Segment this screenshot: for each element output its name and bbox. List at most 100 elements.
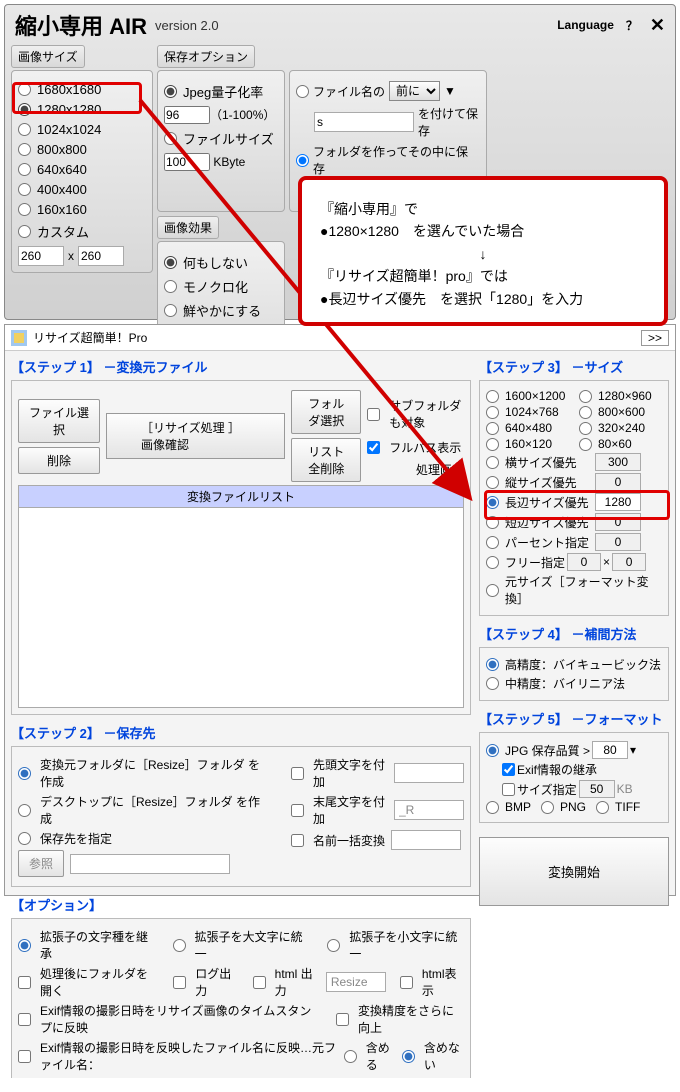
pro-sys-button[interactable]: >> (641, 330, 669, 346)
size-radio-5[interactable] (18, 183, 31, 196)
resize-confirm-label[interactable]: ［リサイズ処理 ］画像確認 (106, 413, 285, 459)
png-radio[interactable] (541, 801, 554, 814)
filelist-body[interactable] (18, 508, 464, 708)
html-show-check[interactable] (400, 976, 413, 989)
jpeg-radio[interactable] (164, 85, 177, 98)
filename-radio[interactable] (296, 85, 309, 98)
jpg-q-spin[interactable]: ▾ (630, 743, 636, 757)
filesize-radio[interactable] (164, 132, 177, 145)
html-out-check[interactable] (253, 976, 266, 989)
bicubic-radio[interactable] (486, 658, 499, 671)
suffix-check[interactable] (291, 804, 304, 817)
file-select-button[interactable]: ファイル選択 (18, 399, 100, 443)
size-radio-2[interactable] (18, 123, 31, 136)
ext-inherit-radio[interactable] (18, 939, 31, 952)
openfolder-check[interactable] (18, 976, 31, 989)
list-delete-button[interactable]: リスト全削除 (291, 438, 361, 482)
free-h-input[interactable] (612, 553, 646, 571)
effect-radio-0[interactable] (164, 256, 177, 269)
preset-2b-radio[interactable] (579, 422, 592, 435)
dst2-radio[interactable] (18, 804, 31, 817)
pct-input[interactable] (595, 533, 641, 551)
convert-button[interactable]: 変換開始 (479, 837, 669, 906)
prefix-label: 先頭文字を付加 (313, 756, 388, 790)
preset-0a-label: 1600×1200 (505, 389, 577, 403)
preset-3a-radio[interactable] (486, 438, 499, 451)
hsize-radio[interactable] (486, 456, 499, 469)
jpg-radio[interactable] (486, 744, 499, 757)
jpeg-label: Jpeg量子化率 (183, 82, 263, 101)
language-label[interactable]: Language (557, 18, 614, 32)
free-w-input[interactable] (567, 553, 601, 571)
prefix-check[interactable] (291, 767, 304, 780)
custom-w-input[interactable] (18, 246, 64, 266)
orig-radio[interactable] (486, 584, 499, 597)
lsize-input[interactable] (595, 493, 641, 511)
step4-title: 【ステップ 4】 －補間方法 (479, 624, 669, 643)
jpg-q-input[interactable] (592, 741, 628, 759)
subfolder-check[interactable] (367, 408, 380, 421)
size-radio-6[interactable] (18, 203, 31, 216)
callout-l3: ↓ (320, 243, 646, 265)
rename-check[interactable] (291, 834, 304, 847)
dst1-radio[interactable] (18, 767, 31, 780)
exif-fname-check[interactable] (18, 1050, 31, 1063)
dst3-radio[interactable] (18, 832, 31, 845)
html-name-input[interactable] (326, 972, 386, 992)
ref-button[interactable]: 参照 (18, 850, 64, 877)
preset-0a-radio[interactable] (486, 390, 499, 403)
vsize-input[interactable] (595, 473, 641, 491)
size-radio-4[interactable] (18, 163, 31, 176)
close-icon[interactable]: ✕ (650, 15, 665, 36)
suffix-input[interactable] (394, 800, 464, 820)
rename-label: 名前一括変換 (313, 832, 385, 849)
bmp-radio[interactable] (486, 801, 499, 814)
free-radio[interactable] (486, 556, 499, 569)
filename-pos-select[interactable]: 前に (389, 81, 440, 101)
custom-h-input[interactable] (78, 246, 124, 266)
preset-1a-radio[interactable] (486, 406, 499, 419)
tiff-radio[interactable] (596, 801, 609, 814)
folder-select-button[interactable]: フォルダ選択 (291, 390, 361, 434)
filesize-label: ファイルサイズ (183, 129, 274, 148)
size-spec-label: サイズ指定 (517, 781, 577, 798)
precision-check[interactable] (336, 1013, 349, 1026)
ext-upper-radio[interactable] (173, 939, 186, 952)
exclude-radio[interactable] (402, 1050, 415, 1063)
preset-0b-radio[interactable] (579, 390, 592, 403)
bilinear-radio[interactable] (486, 677, 499, 690)
preset-1b-label: 800×600 (598, 405, 645, 419)
fullpath-check[interactable] (367, 441, 380, 454)
size-radio-1[interactable] (18, 103, 31, 116)
folder-radio[interactable] (296, 154, 309, 167)
effect-radio-1[interactable] (164, 280, 177, 293)
preset-2a-radio[interactable] (486, 422, 499, 435)
preset-3b-radio[interactable] (579, 438, 592, 451)
size-radio-7[interactable] (18, 225, 31, 238)
log-check[interactable] (173, 976, 186, 989)
exif-inherit-check[interactable] (502, 763, 515, 776)
preset-1b-radio[interactable] (579, 406, 592, 419)
size-radio-3[interactable] (18, 143, 31, 156)
exif-ts-check[interactable] (18, 1013, 31, 1026)
rename-input[interactable] (391, 830, 461, 850)
lsize-radio[interactable] (486, 496, 499, 509)
jpeg-input[interactable] (164, 106, 210, 124)
help-icon[interactable]: ？ (626, 17, 638, 34)
delete-button[interactable]: 削除 (18, 447, 100, 474)
filesize-input[interactable] (164, 153, 210, 171)
size-spec-check[interactable] (502, 783, 515, 796)
prefix-input[interactable] (394, 763, 464, 783)
ssize-input[interactable] (595, 513, 641, 531)
include-radio[interactable] (344, 1050, 357, 1063)
pct-radio[interactable] (486, 536, 499, 549)
ext-lower-radio[interactable] (327, 939, 340, 952)
hsize-input[interactable] (595, 453, 641, 471)
effect-radio-2[interactable] (164, 304, 177, 317)
ref-path-input[interactable] (70, 854, 230, 874)
ssize-radio[interactable] (486, 516, 499, 529)
size-radio-0[interactable] (18, 83, 31, 96)
filename-input[interactable] (314, 112, 414, 132)
vsize-radio[interactable] (486, 476, 499, 489)
size-spec-input[interactable] (579, 780, 615, 798)
